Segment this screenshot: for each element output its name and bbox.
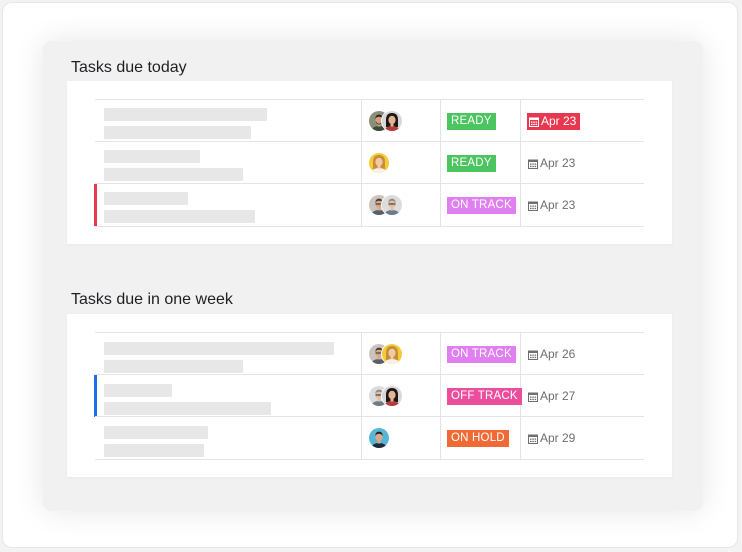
table-row[interactable]: OFF TRACK Apr 27 [94, 374, 644, 417]
task-list-today: READY Apr 23 READY Apr 23 ON TRACK Apr 2… [67, 81, 672, 244]
calendar-icon [528, 392, 538, 402]
column-divider [520, 184, 521, 226]
task-detail-placeholder [104, 444, 204, 457]
status-badge[interactable]: ON HOLD [447, 430, 509, 447]
assignee-avatars[interactable] [368, 427, 438, 449]
man-gray-icon [381, 194, 403, 216]
woman-blonde-icon [368, 152, 390, 174]
column-divider [520, 100, 521, 142]
calendar-icon [529, 117, 539, 127]
task-name-placeholder [104, 150, 200, 163]
priority-indicator [94, 375, 97, 417]
assignee-avatars[interactable] [368, 343, 438, 365]
status-badge[interactable]: READY [447, 113, 496, 130]
status-badge[interactable]: READY [447, 155, 496, 172]
column-divider [520, 417, 521, 459]
column-divider [440, 333, 441, 375]
due-date-label: Apr 23 [540, 156, 576, 170]
woman-dark-hair-icon [381, 385, 403, 407]
task-detail-placeholder [104, 210, 255, 223]
calendar-icon [528, 434, 538, 444]
task-name-placeholder [104, 192, 188, 205]
task-detail-placeholder [104, 168, 243, 181]
table-row[interactable]: READY Apr 23 [95, 99, 644, 142]
column-divider [440, 375, 441, 417]
task-list-week: ON TRACK Apr 26 OFF TRACK Apr 27 ON HOLD… [67, 314, 672, 477]
due-date[interactable]: Apr 23 [527, 113, 581, 130]
task-detail-placeholder [104, 126, 251, 139]
table-row[interactable]: READY Apr 23 [95, 141, 644, 184]
section-title-week: Tasks due in one week [71, 291, 233, 308]
column-divider [520, 333, 521, 375]
assignee-avatars[interactable] [368, 110, 438, 132]
column-divider [361, 417, 362, 459]
column-divider [440, 184, 441, 226]
column-divider [440, 100, 441, 142]
due-date-label: Apr 29 [540, 431, 576, 445]
column-divider [361, 100, 362, 142]
task-name-placeholder [104, 384, 172, 397]
task-detail-placeholder [104, 402, 271, 415]
task-detail-placeholder [104, 360, 243, 373]
status-badge[interactable]: ON TRACK [447, 197, 516, 214]
status-badge[interactable]: ON TRACK [447, 346, 516, 363]
task-name-placeholder [104, 108, 267, 121]
task-name-placeholder [104, 426, 208, 439]
man-teal-icon [368, 427, 390, 449]
calendar-icon [528, 159, 538, 169]
due-date-label: Apr 23 [541, 114, 577, 128]
column-divider [361, 184, 362, 226]
due-date[interactable]: Apr 23 [528, 197, 575, 214]
priority-indicator [94, 184, 97, 226]
calendar-icon [528, 201, 538, 211]
task-name-placeholder [104, 342, 334, 355]
due-date-label: Apr 23 [540, 198, 576, 212]
woman-dark-hair-icon [381, 110, 403, 132]
status-badge[interactable]: OFF TRACK [447, 388, 522, 405]
assignee-avatars[interactable] [368, 194, 438, 216]
woman-blonde-icon [381, 343, 403, 365]
column-divider [520, 142, 521, 184]
column-divider [440, 417, 441, 459]
due-date-label: Apr 27 [540, 389, 576, 403]
table-row[interactable]: ON TRACK Apr 26 [95, 332, 644, 375]
assignee-avatars[interactable] [368, 385, 438, 407]
column-divider [361, 375, 362, 417]
due-date[interactable]: Apr 27 [528, 388, 575, 405]
column-divider [440, 142, 441, 184]
due-date[interactable]: Apr 26 [528, 346, 575, 363]
due-date-label: Apr 26 [540, 347, 576, 361]
table-row[interactable]: ON TRACK Apr 23 [94, 183, 644, 227]
column-divider [361, 333, 362, 375]
column-divider [361, 142, 362, 184]
assignee-avatars[interactable] [368, 152, 438, 174]
table-row[interactable]: ON HOLD Apr 29 [95, 416, 644, 460]
calendar-icon [528, 350, 538, 360]
due-date[interactable]: Apr 23 [528, 155, 575, 172]
due-date[interactable]: Apr 29 [528, 430, 575, 447]
section-title-today: Tasks due today [71, 59, 187, 76]
